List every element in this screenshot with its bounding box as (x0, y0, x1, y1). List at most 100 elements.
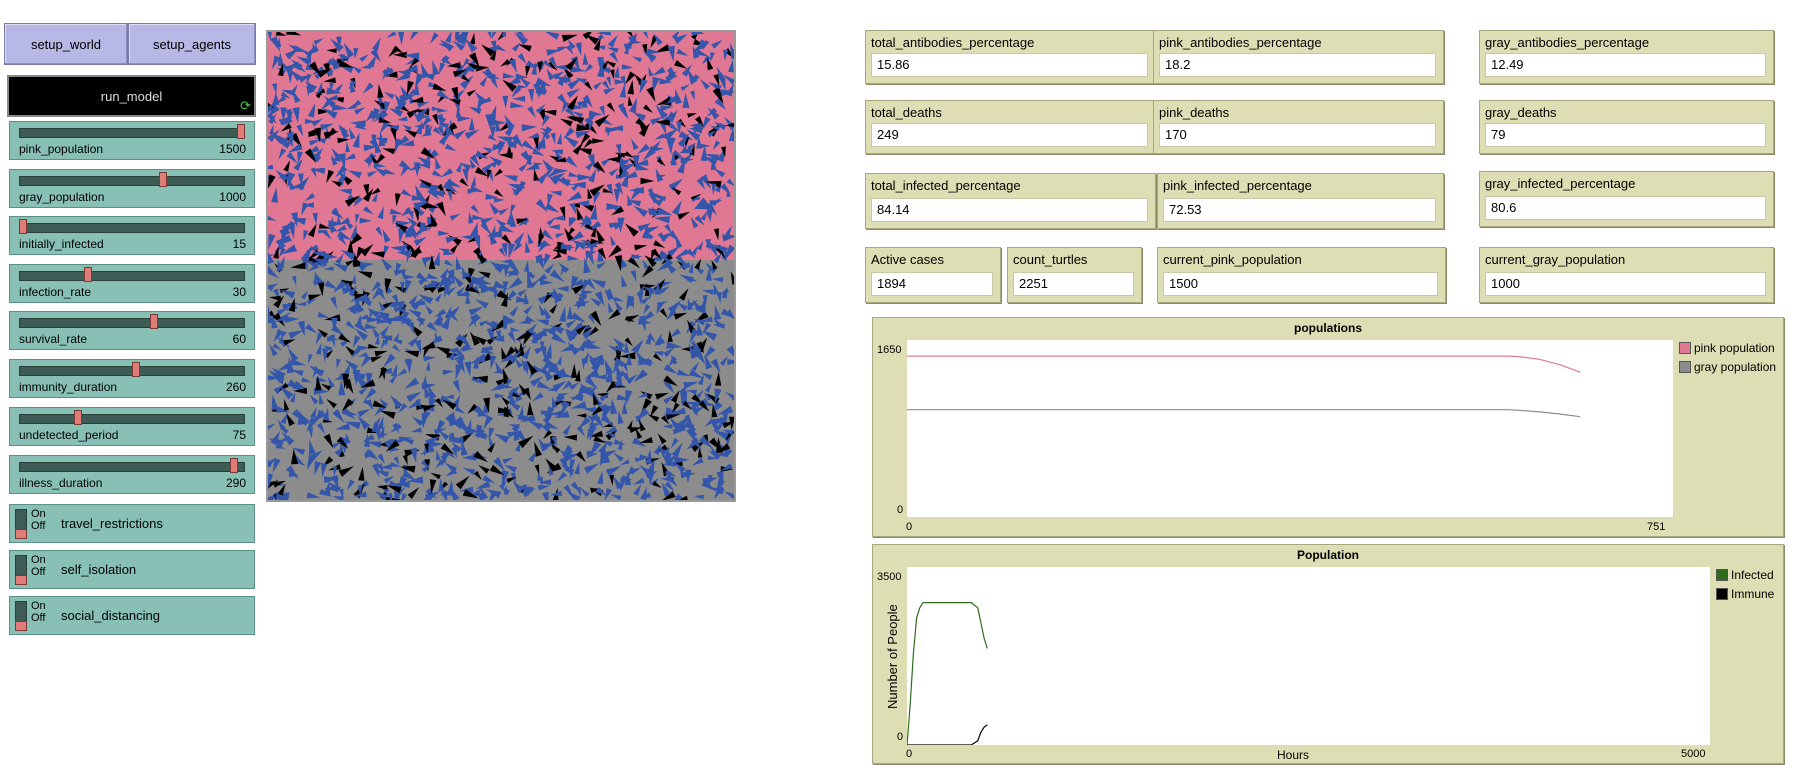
monitor-value: 72.53 (1163, 198, 1436, 222)
x-tick-min: 0 (906, 748, 913, 760)
slider-handle[interactable] (132, 362, 141, 377)
slider-label: gray_population (19, 190, 105, 204)
monitor-gray-antibodies-percentage: gray_antibodies_percentage 12.49 (1479, 30, 1774, 84)
monitor-label: total_deaths (871, 105, 942, 120)
monitor-value: 79 (1485, 123, 1766, 147)
switch-onoff: On Off (31, 554, 46, 578)
setup-agents-label: setup_agents (152, 36, 232, 52)
monitor-value: 80.6 (1485, 196, 1766, 220)
series-line-gray-population (907, 409, 1581, 418)
switch-label: self_isolation (61, 562, 137, 577)
switch-knob[interactable] (15, 621, 27, 631)
slider-pink-population[interactable]: pink_population 1500 (9, 121, 255, 160)
legend-gray-population: gray population (1679, 360, 1776, 374)
monitor-value: 1500 (1163, 272, 1438, 296)
slider-track[interactable] (19, 271, 245, 281)
slider-handle[interactable] (84, 267, 93, 282)
x-tick-min: 0 (906, 521, 913, 533)
monitor-count-turtles: count_turtles 2251 (1007, 247, 1142, 303)
monitor-value: 15.86 (871, 53, 1148, 77)
legend-swatch-gray (1679, 361, 1691, 373)
monitor-value: 84.14 (871, 198, 1148, 222)
monitor-label: count_turtles (1013, 252, 1088, 267)
x-tick-max: 5000 (1681, 748, 1706, 760)
slider-track[interactable] (19, 176, 245, 186)
slider-handle[interactable] (149, 314, 158, 329)
populations-plot: populations 1650 0 0 751 pink population… (872, 317, 1784, 537)
monitor-gray-infected-percentage: gray_infected_percentage 80.6 (1479, 171, 1774, 227)
legend-swatch-infected (1716, 569, 1728, 581)
world-view[interactable] (266, 30, 736, 502)
monitor-current-pink-population: current_pink_population 1500 (1157, 247, 1446, 303)
switch-on-label: On (31, 600, 46, 612)
monitor-value: 18.2 (1159, 53, 1436, 77)
switch-self-isolation[interactable]: On Off self_isolation (9, 550, 255, 589)
populations-chart (907, 355, 1581, 418)
slider-handle[interactable] (19, 219, 27, 234)
legend-immune: Immune (1716, 587, 1774, 601)
monitor-label: pink_infected_percentage (1163, 178, 1312, 193)
slider-track[interactable] (19, 462, 245, 472)
slider-immunity-duration[interactable]: immunity_duration 260 (9, 359, 255, 398)
monitor-label: total_antibodies_percentage (871, 35, 1035, 50)
slider-label: illness_duration (19, 476, 103, 490)
plot-area (907, 340, 1673, 517)
world-canvas (268, 32, 734, 500)
plot-title: Population (1297, 548, 1359, 562)
slider-infection-rate[interactable]: infection_rate 30 (9, 264, 255, 303)
slider-track[interactable] (19, 414, 245, 424)
plot-title: populations (1294, 321, 1362, 335)
slider-handle[interactable] (158, 172, 167, 187)
legend-infected: Infected (1716, 568, 1774, 582)
slider-gray-population[interactable]: gray_population 1000 (9, 169, 255, 208)
x-axis-label: Hours (1277, 748, 1310, 762)
switch-knob[interactable] (15, 529, 27, 539)
slider-initially-infected[interactable]: initially_infected 15 (9, 216, 255, 255)
slider-value: 1500 (219, 142, 246, 156)
monitor-value: 249 (871, 123, 1148, 147)
slider-track[interactable] (19, 223, 245, 233)
switch-off-label: Off (31, 566, 46, 578)
monitor-total-antibodies-percentage: total_antibodies_percentage 15.86 (865, 30, 1156, 84)
switch-toggle[interactable] (15, 555, 27, 585)
setup-agents-button[interactable]: setup_agents (128, 23, 256, 65)
switch-travel-restrictions[interactable]: On Off travel_restrictions (9, 504, 255, 543)
slider-undetected-period[interactable]: undetected_period 75 (9, 407, 255, 446)
monitor-active-cases: Active cases 1894 (865, 247, 1001, 303)
monitor-current-gray-population: current_gray_population 1000 (1479, 247, 1774, 303)
switch-knob[interactable] (15, 575, 27, 585)
switch-social-distancing[interactable]: On Off social_distancing (9, 596, 255, 635)
monitor-value: 1894 (871, 272, 993, 296)
monitor-label: pink_antibodies_percentage (1159, 35, 1322, 50)
slider-track[interactable] (19, 128, 245, 138)
monitor-value: 170 (1159, 123, 1436, 147)
slider-handle[interactable] (73, 410, 82, 425)
slider-handle[interactable] (237, 124, 245, 139)
switch-toggle[interactable] (15, 601, 27, 631)
setup-world-label: setup_world (30, 36, 102, 52)
y-tick-max: 1650 (877, 344, 902, 356)
plot-area (906, 567, 1710, 746)
switch-label: social_distancing (61, 608, 161, 623)
slider-illness-duration[interactable]: illness_duration 290 (9, 455, 255, 494)
slider-value: 15 (232, 237, 246, 251)
legend-label: pink population (1694, 341, 1775, 355)
slider-handle[interactable] (230, 458, 239, 473)
slider-survival-rate[interactable]: survival_rate 60 (9, 311, 255, 350)
forever-arrows-icon: ⟳ (240, 98, 251, 113)
monitor-label: pink_deaths (1159, 105, 1230, 120)
switch-on-label: On (31, 554, 46, 566)
monitor-value: 12.49 (1485, 53, 1766, 77)
monitor-pink-antibodies-percentage: pink_antibodies_percentage 18.2 (1153, 30, 1444, 84)
run-model-button[interactable]: run_model ⟳ (7, 75, 256, 117)
monitor-pink-deaths: pink_deaths 170 (1153, 100, 1444, 154)
monitor-value: 2251 (1013, 272, 1134, 296)
series-line-infected (906, 601, 988, 746)
switch-toggle[interactable] (15, 509, 27, 539)
y-tick-min: 0 (897, 731, 904, 743)
setup-world-button[interactable]: setup_world (4, 23, 128, 65)
monitor-label: current_gray_population (1485, 252, 1626, 267)
slider-track[interactable] (19, 318, 245, 328)
monitor-pink-infected-percentage: pink_infected_percentage 72.53 (1157, 173, 1444, 229)
legend-label: gray population (1694, 360, 1777, 374)
